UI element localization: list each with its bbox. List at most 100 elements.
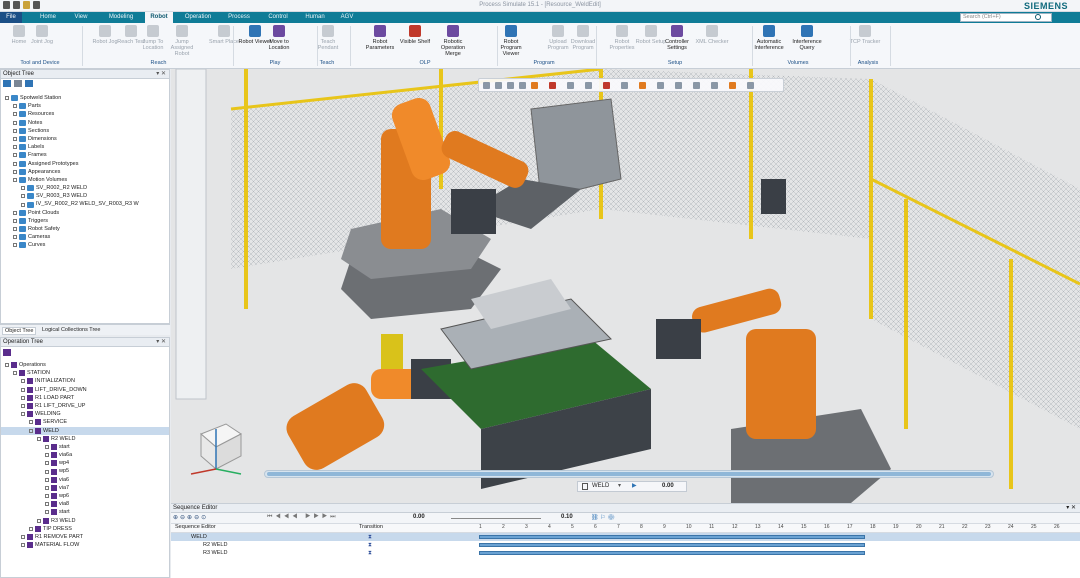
tab-human[interactable]: Human xyxy=(300,12,330,23)
tree-item[interactable]: Parts xyxy=(1,102,169,110)
tab-home[interactable]: Home xyxy=(34,12,62,23)
placement-icon[interactable] xyxy=(693,82,700,89)
close-icon[interactable]: ▾ ✕ xyxy=(156,338,166,346)
current-operation[interactable]: WELD xyxy=(592,482,609,491)
more-icon[interactable] xyxy=(747,82,754,89)
tcp-tracker-button[interactable]: TCP Tracker xyxy=(848,25,882,45)
checkbox-icon[interactable] xyxy=(13,104,17,109)
checkbox-icon[interactable] xyxy=(45,510,49,515)
checkbox-icon[interactable] xyxy=(21,202,25,207)
graphic-viewer[interactable] xyxy=(171,69,1080,503)
checkbox-icon[interactable] xyxy=(29,526,33,531)
tree-item[interactable]: SV_R002_R2 WELD xyxy=(1,184,169,192)
jump-robot-button[interactable]: Jump Assigned Robot xyxy=(165,25,199,57)
filter-icon[interactable] xyxy=(3,80,11,87)
checkbox-icon[interactable] xyxy=(45,502,49,507)
sequence-row[interactable]: WELD ⧗ xyxy=(171,533,1080,541)
robot-parameters-button[interactable]: Robot Parameters xyxy=(363,25,397,51)
tree-item[interactable]: R2 WELD xyxy=(1,435,169,443)
tree-item[interactable]: Operations xyxy=(1,361,169,369)
checkbox-icon[interactable] xyxy=(45,494,49,499)
link-icon[interactable]: ⛓ ⚐ ⚙ xyxy=(591,514,615,521)
xml-checker-button[interactable]: XML Checker xyxy=(695,25,729,45)
zoom-icon[interactable] xyxy=(495,82,502,89)
tree-item[interactable]: via6 xyxy=(1,476,169,484)
visible-shelf-button[interactable]: Visible Shelf xyxy=(398,25,432,45)
tree-item[interactable]: start xyxy=(1,508,169,516)
tree-item[interactable]: wp4 xyxy=(1,459,169,467)
tree-item[interactable]: Spotweld Station xyxy=(1,94,169,102)
checkbox-icon[interactable] xyxy=(29,420,33,425)
checkbox-icon[interactable] xyxy=(45,477,49,482)
tab-operation[interactable]: Operation xyxy=(180,12,216,23)
checkbox-icon[interactable] xyxy=(13,235,17,240)
simulation-progress[interactable] xyxy=(264,470,994,478)
gantt-bar[interactable] xyxy=(479,551,865,555)
mark-icon[interactable] xyxy=(711,82,718,89)
options-icon[interactable] xyxy=(25,80,33,87)
tree-item[interactable]: Point Clouds xyxy=(1,209,169,217)
checkbox-icon[interactable] xyxy=(37,518,41,523)
view-icon[interactable] xyxy=(567,82,574,89)
checkbox-icon[interactable] xyxy=(13,210,17,215)
interference-query-button[interactable]: Interference Query xyxy=(790,25,824,51)
gantt-bar[interactable] xyxy=(479,543,865,547)
playback-buttons[interactable]: ⏮◀◀◀ ▶▶▶⏭ xyxy=(267,514,339,521)
tree-item[interactable]: R1 LOAD PART xyxy=(1,394,169,402)
tree-item[interactable]: via7 xyxy=(1,484,169,492)
tree-item[interactable]: Dimensions xyxy=(1,135,169,143)
checkbox-icon[interactable] xyxy=(21,535,25,540)
chevron-down-icon[interactable]: ▾ xyxy=(618,482,621,491)
tree-item[interactable]: start xyxy=(1,443,169,451)
tree-item[interactable]: SV_R003_R3 WELD xyxy=(1,192,169,200)
transition-icon[interactable]: ⧗ xyxy=(368,533,372,541)
checkbox-icon[interactable] xyxy=(21,194,25,199)
zoom-in-icon[interactable] xyxy=(483,82,490,89)
auto-interference-button[interactable]: Automatic Interference xyxy=(752,25,786,51)
search-icon[interactable] xyxy=(1035,14,1041,20)
tab-agv[interactable]: AGV xyxy=(334,12,360,23)
tree-item[interactable]: WELDING xyxy=(1,410,169,418)
scene-3d[interactable] xyxy=(171,69,1080,503)
render-mode-icon[interactable] xyxy=(531,82,538,89)
section-icon[interactable] xyxy=(549,82,556,89)
checkbox-icon[interactable] xyxy=(13,227,17,232)
joint-jog-button[interactable]: Joint Jog xyxy=(25,25,59,45)
play-icon[interactable]: ▶ xyxy=(632,482,637,491)
pan-icon[interactable] xyxy=(507,82,514,89)
controller-settings-button[interactable]: Controller Settings xyxy=(660,25,694,51)
checkbox-icon[interactable] xyxy=(13,177,17,182)
pick-icon[interactable] xyxy=(585,82,592,89)
transition-icon[interactable]: ⧗ xyxy=(368,541,372,549)
tree-item[interactable]: R1 LIFT_DRIVE_UP xyxy=(1,402,169,410)
tab-view[interactable]: View xyxy=(66,12,96,23)
checkbox-icon[interactable] xyxy=(13,153,17,158)
checkbox-icon[interactable] xyxy=(13,169,17,174)
checkbox-icon[interactable] xyxy=(5,96,9,101)
tree-item[interactable]: Cameras xyxy=(1,233,169,241)
checkbox-icon[interactable] xyxy=(13,243,17,248)
tab-file[interactable]: File xyxy=(0,12,22,23)
tab-modeling[interactable]: Modeling xyxy=(102,12,140,23)
tree-item[interactable]: Notes xyxy=(1,119,169,127)
sequence-row[interactable]: R3 WELD ⧗ xyxy=(171,549,1080,557)
snap-icon[interactable] xyxy=(621,82,628,89)
tree-item[interactable]: SERVICE xyxy=(1,418,169,426)
checkbox-icon[interactable] xyxy=(21,395,25,400)
tree-item[interactable]: Curves xyxy=(1,241,169,249)
tab-robot[interactable]: Robot xyxy=(145,12,173,23)
operation-filter-icon[interactable] xyxy=(3,349,11,356)
tab-control[interactable]: Control xyxy=(262,12,294,23)
move-location-button[interactable]: Move to Location xyxy=(262,25,296,51)
checkbox-icon[interactable] xyxy=(45,461,49,466)
tree-item[interactable]: IV_SV_R002_R2 WELD_SV_R003_R3 W xyxy=(1,200,169,208)
tree-item[interactable]: Robot Safety xyxy=(1,225,169,233)
tree-item[interactable]: STATION xyxy=(1,369,169,377)
checkbox-icon[interactable] xyxy=(13,128,17,133)
smart-place-button[interactable]: Smart Place xyxy=(207,25,241,45)
checkbox-icon[interactable] xyxy=(45,453,49,458)
checkbox-icon[interactable] xyxy=(13,161,17,166)
step-size[interactable]: 0.10 xyxy=(561,514,573,520)
checkbox-icon[interactable] xyxy=(21,379,25,384)
checkbox-icon[interactable] xyxy=(45,469,49,474)
